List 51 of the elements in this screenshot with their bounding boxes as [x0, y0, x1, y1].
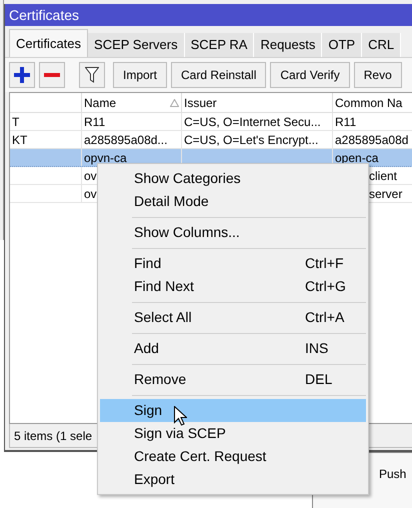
table-cell-text: client — [369, 168, 398, 184]
toolbar-button[interactable]: Revo — [354, 62, 402, 88]
menu-item[interactable]: Add INS — [100, 337, 366, 360]
menu-item[interactable]: Sign — [100, 399, 366, 422]
status-text: 5 items (1 sele — [14, 428, 92, 444]
tab[interactable]: CRL — [362, 33, 402, 57]
window-title: Certificates — [9, 6, 80, 24]
column-header[interactable]: Name — [82, 93, 182, 112]
menu-item[interactable]: Show Categories — [100, 167, 366, 190]
table-row[interactable]: KT a285895a08d... C=US, O=Let's Encrypt... a285895a08d — [10, 131, 412, 149]
table-cell-text: a285895a08d... — [84, 132, 168, 148]
tab[interactable]: SCEP RA — [184, 33, 254, 57]
plus-icon — [14, 67, 30, 83]
menu-item[interactable]: Find Ctrl+F — [100, 252, 366, 275]
table-cell-text: server — [369, 186, 402, 202]
filter-icon — [85, 67, 99, 83]
table-cell-text: a285895a08d — [335, 132, 408, 148]
tab[interactable]: Requests — [254, 33, 322, 57]
toolbar-button[interactable]: Import — [113, 62, 168, 88]
table-cell-text: ov — [84, 168, 97, 184]
table-cell-text: R11 — [335, 114, 356, 130]
minus-icon — [44, 73, 60, 77]
table-cell-text: opvn-ca — [84, 150, 127, 166]
mouse-cursor-icon — [174, 406, 187, 426]
menu-item[interactable]: Show Columns... — [100, 221, 366, 244]
table-cell-text: ov — [84, 186, 97, 202]
menu-item[interactable]: Export — [100, 468, 366, 491]
table-cell-text: T — [12, 114, 20, 130]
filter-button[interactable] — [79, 62, 105, 88]
menu-item[interactable]: Find Next Ctrl+G — [100, 275, 366, 298]
table-cell-text: C=US, O=Internet Secu... — [184, 114, 321, 130]
tab[interactable]: SCEP Servers — [88, 33, 185, 57]
toolbar-button[interactable]: Card Reinstall — [171, 62, 266, 88]
remove-button[interactable] — [39, 62, 65, 88]
add-button[interactable] — [9, 62, 35, 88]
column-header[interactable]: Issuer — [182, 93, 333, 112]
table-cell-text: C=US, O=Let's Encrypt... — [184, 132, 318, 148]
table-cell-text: KT — [12, 132, 28, 148]
menu-item[interactable]: Create Cert. Request — [100, 445, 366, 468]
toolbar-button[interactable]: Card Verify — [270, 62, 350, 88]
tab[interactable]: Certificates — [9, 29, 88, 57]
panel-text: Push — [379, 467, 406, 481]
menu-item[interactable]: Select All Ctrl+A — [100, 306, 366, 329]
tab[interactable]: OTP — [322, 33, 362, 57]
table-cell-text: open-ca — [335, 150, 378, 166]
menu-item[interactable]: Detail Mode — [100, 190, 366, 213]
table-cell-text: R11 — [84, 114, 106, 130]
column-header[interactable]: Common Na — [333, 93, 412, 112]
menu-item[interactable]: Sign via SCEP — [100, 422, 366, 445]
menu-item[interactable]: Remove DEL — [100, 368, 366, 391]
table-row[interactable]: T R11 C=US, O=Internet Secu... R11 — [10, 113, 412, 131]
